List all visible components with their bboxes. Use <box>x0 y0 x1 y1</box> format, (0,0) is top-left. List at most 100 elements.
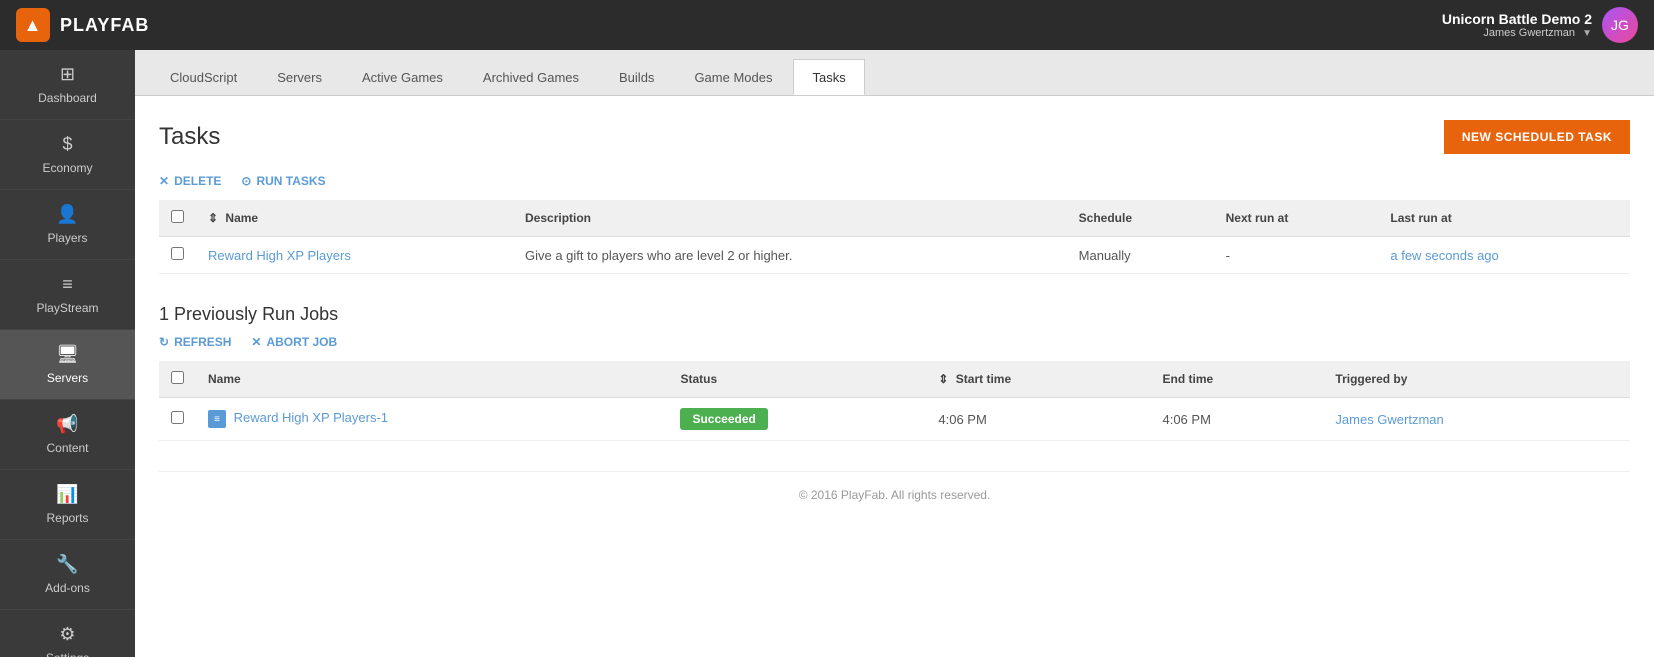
main-layout: ⊞ Dashboard $ Economy 👤 Players ≡ PlaySt… <box>0 50 1654 657</box>
page-header: Tasks NEW SCHEDULED TASK <box>159 120 1630 154</box>
sort-icon: ⇕ <box>208 211 218 225</box>
jobs-header-start-time: ⇕ Start time <box>926 361 1150 398</box>
logo-icon: ▲ <box>16 8 50 42</box>
sidebar-item-label: Players <box>47 231 87 245</box>
task-name-link[interactable]: Reward High XP Players <box>208 248 351 263</box>
tasks-header-next-run: Next run at <box>1214 200 1379 237</box>
tasks-header-last-run: Last run at <box>1378 200 1630 237</box>
servers-icon: 🖥 <box>56 344 79 365</box>
delete-button[interactable]: ✕ DELETE <box>159 174 221 188</box>
sidebar-item-label: Economy <box>42 161 92 175</box>
sidebar-item-label: PlayStream <box>36 301 98 315</box>
footer-text: © 2016 PlayFab. All rights reserved. <box>799 488 991 502</box>
page-title: Tasks <box>159 123 220 151</box>
jobs-section-header: 1 Previously Run Jobs <box>159 304 1630 325</box>
run-icon: ⊙ <box>241 174 251 188</box>
sidebar-item-economy[interactable]: $ Economy <box>0 120 135 190</box>
abort-job-button[interactable]: ✕ ABORT JOB <box>251 335 337 349</box>
tasks-row-description: Give a gift to players who are level 2 o… <box>513 237 1067 274</box>
players-icon: 👤 <box>56 204 78 225</box>
settings-icon: ⚙ <box>59 624 75 645</box>
reports-icon: 📊 <box>56 484 78 505</box>
refresh-button[interactable]: ↻ REFRESH <box>159 335 231 349</box>
jobs-header-status: Status <box>668 361 926 398</box>
job-checkbox[interactable] <box>171 411 184 424</box>
tasks-select-all-checkbox[interactable] <box>171 210 184 223</box>
username: James Gwertzman ▼ <box>1442 27 1592 39</box>
last-run-link[interactable]: a few seconds ago <box>1390 248 1498 263</box>
sidebar-item-label: Add-ons <box>45 581 90 595</box>
tasks-row-schedule: Manually <box>1067 237 1214 274</box>
sidebar-item-content[interactable]: 📢 Content <box>0 400 135 470</box>
tab-tasks[interactable]: Tasks <box>793 59 864 95</box>
jobs-row-name: ≡ Reward High XP Players-1 <box>196 398 668 441</box>
economy-icon: $ <box>62 134 72 155</box>
tab-archived-games[interactable]: Archived Games <box>464 59 598 95</box>
tasks-header-name: ⇕ Name <box>196 200 513 237</box>
jobs-header-triggered-by: Triggered by <box>1323 361 1630 398</box>
delete-icon: ✕ <box>159 174 169 188</box>
sidebar-item-settings[interactable]: ⚙ Settings <box>0 610 135 657</box>
refresh-icon: ↻ <box>159 335 169 349</box>
top-navigation: ▲ PLAYFAB Unicorn Battle Demo 2 James Gw… <box>0 0 1654 50</box>
jobs-table: Name Status ⇕ Start time End time Trigge… <box>159 361 1630 441</box>
sidebar-item-reports[interactable]: 📊 Reports <box>0 470 135 540</box>
job-type-icon: ≡ <box>208 410 226 428</box>
content-icon: 📢 <box>56 414 78 435</box>
triggered-by-link[interactable]: James Gwertzman <box>1335 412 1443 427</box>
sidebar-item-playstream[interactable]: ≡ PlayStream <box>0 260 135 330</box>
jobs-header-name: Name <box>196 361 668 398</box>
tasks-row-checkbox <box>159 237 196 274</box>
tab-game-modes[interactable]: Game Modes <box>675 59 791 95</box>
playstream-icon: ≡ <box>62 274 73 295</box>
jobs-table-body: ≡ Reward High XP Players-1 Succeeded 4:0… <box>159 398 1630 441</box>
jobs-row-triggered-by: James Gwertzman <box>1323 398 1630 441</box>
task-checkbox[interactable] <box>171 247 184 260</box>
user-menu[interactable]: Unicorn Battle Demo 2 James Gwertzman ▼ … <box>1442 7 1638 43</box>
tasks-row-next-run: - <box>1214 237 1379 274</box>
jobs-action-bar: ↻ REFRESH ✕ ABORT JOB <box>159 335 1630 349</box>
footer: © 2016 PlayFab. All rights reserved. <box>159 471 1630 518</box>
tab-active-games[interactable]: Active Games <box>343 59 462 95</box>
jobs-select-all-checkbox[interactable] <box>171 371 184 384</box>
new-scheduled-task-button[interactable]: NEW SCHEDULED TASK <box>1444 120 1630 154</box>
sidebar-item-label: Dashboard <box>38 91 97 105</box>
jobs-header-checkbox <box>159 361 196 398</box>
tab-cloudscript[interactable]: CloudScript <box>151 59 256 95</box>
run-tasks-button[interactable]: ⊙ RUN TASKS <box>241 174 325 188</box>
tab-servers[interactable]: Servers <box>258 59 341 95</box>
tab-bar: CloudScript Servers Active Games Archive… <box>135 50 1654 96</box>
sidebar-item-players[interactable]: 👤 Players <box>0 190 135 260</box>
logo[interactable]: ▲ PLAYFAB <box>16 8 149 42</box>
dropdown-arrow-icon: ▼ <box>1582 28 1592 39</box>
tasks-header-schedule: Schedule <box>1067 200 1214 237</box>
app-name: PLAYFAB <box>60 15 149 36</box>
tasks-table: ⇕ Name Description Schedule Next run at … <box>159 200 1630 274</box>
tasks-header-checkbox <box>159 200 196 237</box>
sort-icon: ⇕ <box>938 372 948 386</box>
tasks-table-body: Reward High XP Players Give a gift to pl… <box>159 237 1630 274</box>
jobs-row-checkbox <box>159 398 196 441</box>
sidebar-item-addons[interactable]: 🔧 Add-ons <box>0 540 135 610</box>
jobs-row-start-time: 4:06 PM <box>926 398 1150 441</box>
tasks-action-bar: ✕ DELETE ⊙ RUN TASKS <box>159 174 1630 188</box>
jobs-header-end-time: End time <box>1150 361 1323 398</box>
tab-builds[interactable]: Builds <box>600 59 673 95</box>
avatar: JG <box>1602 7 1638 43</box>
project-name: Unicorn Battle Demo 2 <box>1442 11 1592 27</box>
jobs-table-header: Name Status ⇕ Start time End time Trigge… <box>159 361 1630 398</box>
sidebar-item-servers[interactable]: 🖥 Servers <box>0 330 135 400</box>
dashboard-icon: ⊞ <box>60 64 75 85</box>
tasks-header-description: Description <box>513 200 1067 237</box>
tasks-table-header: ⇕ Name Description Schedule Next run at … <box>159 200 1630 237</box>
job-name-link[interactable]: Reward High XP Players-1 <box>234 410 388 425</box>
page-content: Tasks NEW SCHEDULED TASK ✕ DELETE ⊙ RUN … <box>135 96 1654 657</box>
sidebar-item-dashboard[interactable]: ⊞ Dashboard <box>0 50 135 120</box>
sidebar: ⊞ Dashboard $ Economy 👤 Players ≡ PlaySt… <box>0 50 135 657</box>
table-row: ≡ Reward High XP Players-1 Succeeded 4:0… <box>159 398 1630 441</box>
jobs-row-end-time: 4:06 PM <box>1150 398 1323 441</box>
abort-icon: ✕ <box>251 335 261 349</box>
sidebar-item-label: Content <box>46 441 88 455</box>
sidebar-item-label: Settings <box>46 651 89 657</box>
sidebar-item-label: Servers <box>47 371 88 385</box>
